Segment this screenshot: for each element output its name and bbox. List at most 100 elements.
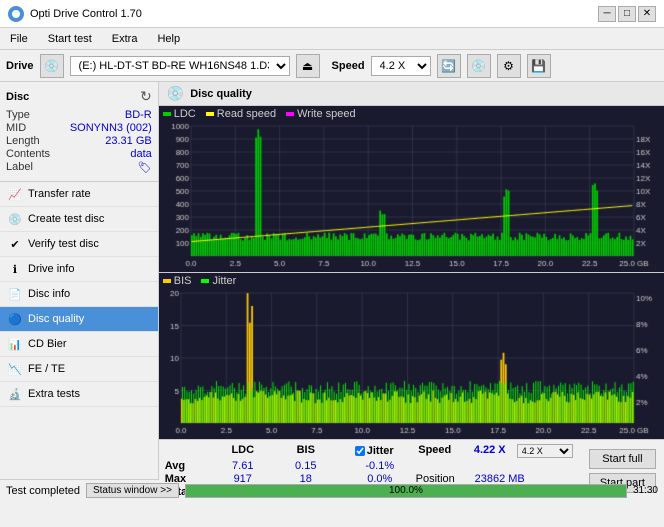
sidebar-item-verify-test-disc[interactable]: ✔ Verify test disc <box>0 232 158 257</box>
progress-bar: 100.0% <box>185 484 627 498</box>
jitter-legend-color <box>201 279 209 283</box>
cd-bier-icon: 📊 <box>8 337 22 351</box>
extra-tests-label: Extra tests <box>28 388 80 400</box>
app-title: Opti Drive Control 1.70 <box>30 8 142 20</box>
main-layout: Disc ↻ Type BD-R MID SONYNN3 (002) Lengt… <box>0 82 664 479</box>
sidebar-item-create-test-disc[interactable]: 💿 Create test disc <box>0 207 158 232</box>
lower-chart-canvas <box>159 289 664 439</box>
progress-text: 100.0% <box>186 485 626 497</box>
ldc-legend-label: LDC <box>174 108 196 120</box>
create-test-disc-label: Create test disc <box>28 213 104 225</box>
sidebar-item-cd-bier[interactable]: 📊 CD Bier <box>0 332 158 357</box>
upper-chart: LDC Read speed Write speed <box>159 106 664 273</box>
lower-chart: BIS Jitter <box>159 273 664 439</box>
ldc-header: LDC <box>209 444 277 458</box>
disc-label-icon: 🏷 <box>138 161 152 174</box>
bis-legend: BIS <box>163 275 192 287</box>
speed-select[interactable]: 4.2 X <box>371 56 431 76</box>
sidebar-item-drive-info[interactable]: ℹ Drive info <box>0 257 158 282</box>
disc-length-label: Length <box>6 135 40 147</box>
status-time: 31:30 <box>633 485 658 496</box>
sidebar-item-transfer-rate[interactable]: 📈 Transfer rate <box>0 182 158 207</box>
disc-mid-value: SONYNN3 (002) <box>70 122 152 134</box>
fe-te-icon: 📉 <box>8 362 22 376</box>
menu-bar: File Start test Extra Help <box>0 28 664 50</box>
sidebar-item-disc-quality[interactable]: 🔵 Disc quality <box>0 307 158 332</box>
avg-label: Avg <box>165 460 209 472</box>
start-full-button[interactable]: Start full <box>589 449 656 469</box>
disc-type-value: BD-R <box>125 109 152 121</box>
settings-icon-button[interactable]: ⚙ <box>497 54 521 78</box>
speed-header: Speed <box>405 444 465 458</box>
app-icon <box>8 6 24 22</box>
disc-quality-header: 💿 Disc quality <box>159 82 664 106</box>
read-speed-legend-label: Read speed <box>217 108 276 120</box>
sidebar-item-fe-te[interactable]: 📉 FE / TE <box>0 357 158 382</box>
ldc-legend: LDC <box>163 108 196 120</box>
drive-select[interactable]: (E:) HL-DT-ST BD-RE WH16NS48 1.D3 <box>70 56 290 76</box>
write-speed-legend: Write speed <box>286 108 356 120</box>
disc-panel-title: Disc <box>6 91 29 103</box>
jitter-header: Jitter <box>367 445 394 457</box>
read-speed-legend: Read speed <box>206 108 276 120</box>
menu-help[interactable]: Help <box>151 31 186 47</box>
sidebar: Disc ↻ Type BD-R MID SONYNN3 (002) Lengt… <box>0 82 159 479</box>
charts-container: LDC Read speed Write speed <box>159 106 664 439</box>
avg-ldc: 7.61 <box>209 460 277 472</box>
disc-length-value: 23.31 GB <box>105 135 151 147</box>
menu-extra[interactable]: Extra <box>106 31 144 47</box>
menu-start-test[interactable]: Start test <box>42 31 98 47</box>
status-message: Test completed <box>6 485 80 497</box>
disc-icon-button[interactable]: 💿 <box>467 54 491 78</box>
jitter-checkbox[interactable] <box>355 446 365 456</box>
disc-label-label: Label <box>6 161 33 174</box>
drive-label: Drive <box>6 60 34 72</box>
avg-jitter: -0.1% <box>355 460 405 472</box>
disc-quality-label: Disc quality <box>28 313 84 325</box>
drive-info-icon: ℹ <box>8 262 22 276</box>
extra-tests-icon: 🔬 <box>8 387 22 401</box>
write-speed-legend-color <box>286 112 294 116</box>
speed-val-header: 4.22 X <box>465 444 515 458</box>
disc-refresh-button[interactable]: ↻ <box>140 88 152 105</box>
minimize-button[interactable]: ─ <box>598 6 616 22</box>
menu-file[interactable]: File <box>4 31 34 47</box>
disc-quality-icon: 🔵 <box>8 312 22 326</box>
bis-header: BIS <box>277 444 335 458</box>
create-test-disc-icon: 💿 <box>8 212 22 226</box>
disc-contents-label: Contents <box>6 148 50 160</box>
avg-bis: 0.15 <box>277 460 335 472</box>
disc-quality-header-icon: 💿 <box>167 85 184 102</box>
disc-contents-value: data <box>130 148 151 160</box>
save-icon-button[interactable]: 💾 <box>527 54 551 78</box>
verify-test-disc-label: Verify test disc <box>28 238 99 250</box>
eject-button[interactable]: ⏏ <box>296 54 320 78</box>
fe-te-label: FE / TE <box>28 363 65 375</box>
cd-bier-label: CD Bier <box>28 338 67 350</box>
bis-legend-color <box>163 279 171 283</box>
jitter-legend: Jitter <box>201 275 236 287</box>
disc-quality-title: Disc quality <box>190 88 252 100</box>
drive-bar: Drive 💿 (E:) HL-DT-ST BD-RE WH16NS48 1.D… <box>0 50 664 82</box>
drive-info-label: Drive info <box>28 263 74 275</box>
write-speed-legend-label: Write speed <box>297 108 356 120</box>
transfer-rate-icon: 📈 <box>8 187 22 201</box>
disc-info-icon: 📄 <box>8 287 22 301</box>
maximize-button[interactable]: □ <box>618 6 636 22</box>
drive-icon: 💿 <box>40 54 64 78</box>
ldc-legend-color <box>163 112 171 116</box>
disc-info-panel: Disc ↻ Type BD-R MID SONYNN3 (002) Lengt… <box>0 82 158 182</box>
read-speed-legend-color <box>206 112 214 116</box>
close-button[interactable]: ✕ <box>638 6 656 22</box>
speed-select-stats[interactable]: 4.2 X <box>517 444 573 458</box>
sidebar-item-disc-info[interactable]: 📄 Disc info <box>0 282 158 307</box>
sidebar-item-extra-tests[interactable]: 🔬 Extra tests <box>0 382 158 407</box>
speed-label: Speed <box>332 60 365 72</box>
disc-type-label: Type <box>6 109 30 121</box>
status-window-button[interactable]: Status window >> <box>86 483 179 498</box>
transfer-rate-label: Transfer rate <box>28 188 91 200</box>
refresh-drive-button[interactable]: 🔄 <box>437 54 461 78</box>
bis-legend-label: BIS <box>174 275 192 287</box>
disc-info-label: Disc info <box>28 288 70 300</box>
sidebar-nav: 📈 Transfer rate 💿 Create test disc ✔ Ver… <box>0 182 158 479</box>
